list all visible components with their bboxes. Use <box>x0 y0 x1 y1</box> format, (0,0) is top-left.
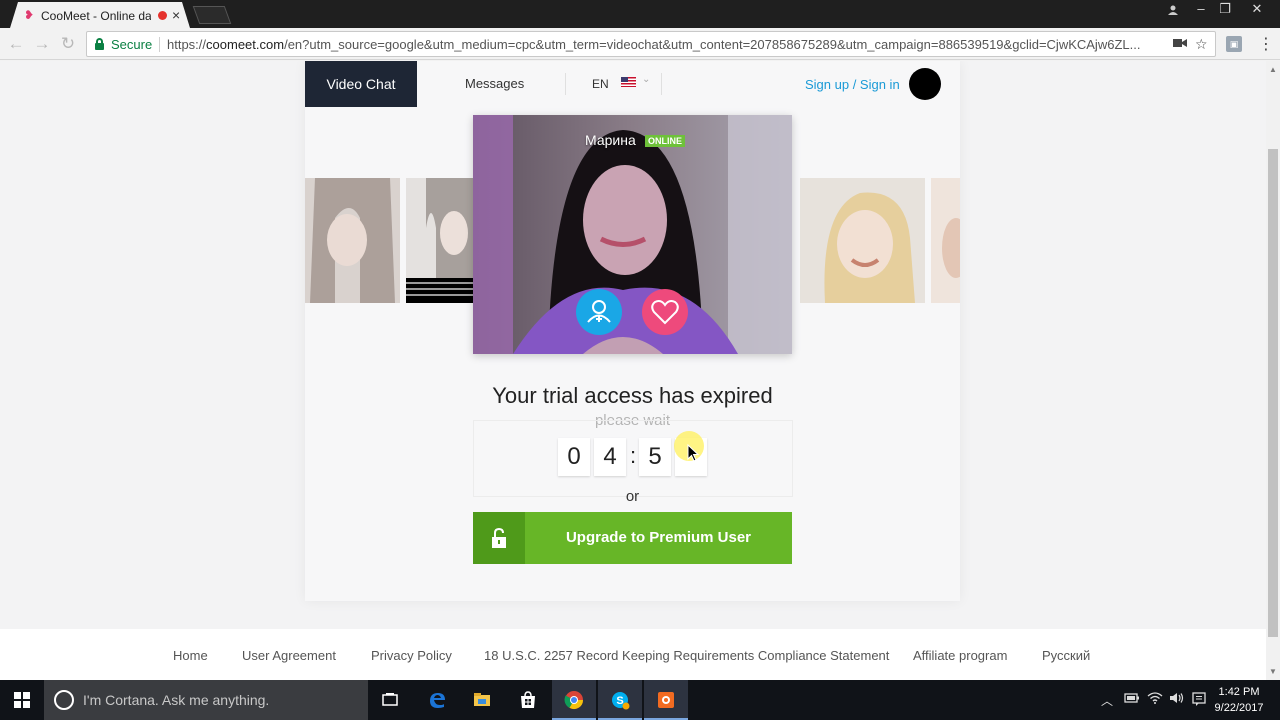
lock-icon <box>473 512 525 564</box>
footer-link-user-agreement[interactable]: User Agreement <box>242 648 336 663</box>
video-stream[interactable]: Марина ONLINE <box>473 115 792 354</box>
store-icon[interactable] <box>506 680 550 720</box>
clock-time: 1:42 PM <box>1218 686 1260 698</box>
site-favicon-icon: ❥ <box>24 8 35 22</box>
windows-start-icon[interactable] <box>14 692 30 708</box>
nav-messages[interactable]: Messages <box>465 76 524 91</box>
profile-thumbnail[interactable] <box>800 178 925 303</box>
volume-icon[interactable] <box>1169 692 1185 707</box>
trial-expired-heading: Your trial access has expired <box>492 383 773 408</box>
site-footer: Home User Agreement Privacy Policy 18 U.… <box>0 629 1266 680</box>
online-status-badge: ONLINE <box>645 135 686 147</box>
recorder-icon[interactable] <box>644 680 688 720</box>
add-contact-button[interactable] <box>576 289 622 335</box>
chevron-up-icon[interactable]: ︿ <box>1101 692 1113 709</box>
clock-date: 9/22/2017 <box>1214 702 1264 714</box>
windows-taskbar: I'm Cortana. Ask me anything. S ︿ 1:42 P… <box>0 680 1280 720</box>
url-text[interactable]: https://coomeet.com/en?utm_source=google… <box>167 37 1162 52</box>
tab-close-icon[interactable]: × <box>172 7 180 23</box>
upgrade-button-label: Upgrade to Premium User <box>565 529 752 546</box>
timer-digit: 5 <box>639 438 671 476</box>
file-explorer-icon[interactable] <box>460 680 504 720</box>
task-view-icon[interactable] <box>368 680 412 720</box>
tab-title: CooMeet - Online dat <box>41 9 151 23</box>
camera-icon[interactable] <box>1173 36 1187 52</box>
nav-divider <box>565 73 566 95</box>
language-selector[interactable]: EN <box>592 77 609 91</box>
new-tab-button[interactable] <box>192 6 232 24</box>
user-name: Марина <box>585 132 636 148</box>
close-window-button[interactable]: ✕ <box>1242 0 1272 20</box>
timer-digit: 4 <box>594 438 626 476</box>
system-clock[interactable]: 1:42 PM 9/22/2017 <box>1210 684 1268 716</box>
nav-divider <box>661 73 662 95</box>
profile-thumbnail[interactable] <box>305 178 400 303</box>
or-divider-text: or <box>625 488 640 505</box>
cortana-placeholder: I'm Cortana. Ask me anything. <box>83 692 270 708</box>
page-viewport: Video Chat Messages EN ⌄ Sign up / Sign … <box>0 61 1266 680</box>
mouse-cursor-icon <box>687 444 699 462</box>
us-flag-icon[interactable] <box>621 77 636 87</box>
browser-tab[interactable]: ❥ CooMeet - Online dat × <box>10 2 190 28</box>
reload-icon[interactable]: ↻ <box>58 34 78 54</box>
browser-titlebar: ❥ CooMeet - Online dat × – ❐ ✕ <box>0 0 1280 28</box>
upgrade-premium-button[interactable]: Upgrade to Premium User <box>473 512 792 564</box>
user-plus-icon <box>587 300 611 323</box>
profile-thumbnail[interactable] <box>406 178 474 303</box>
profile-thumbnail[interactable] <box>931 178 960 303</box>
timer-digit: 0 <box>558 438 590 476</box>
cortana-search-box[interactable]: I'm Cortana. Ask me anything. <box>44 680 368 720</box>
restore-button[interactable]: ❐ <box>1210 0 1240 20</box>
footer-link-privacy-policy[interactable]: Privacy Policy <box>371 648 452 663</box>
forward-icon[interactable]: → <box>32 34 52 54</box>
skype-icon[interactable]: S <box>598 680 642 720</box>
video-chat-card: Video Chat Messages EN ⌄ Sign up / Sign … <box>305 61 960 601</box>
extension-icon[interactable]: ▣ <box>1226 36 1242 52</box>
scroll-down-icon[interactable]: ▼ <box>1269 667 1277 676</box>
footer-link-affiliate[interactable]: Affiliate program <box>913 648 1007 663</box>
video-frame <box>473 115 792 354</box>
sign-in-link[interactable]: Sign up / Sign in <box>805 77 900 92</box>
lock-icon <box>95 38 105 50</box>
page-scrollbar[interactable]: ▲ ▼ <box>1266 61 1280 680</box>
address-bar[interactable]: Secure https://coomeet.com/en?utm_source… <box>86 31 1216 57</box>
heart-icon <box>651 300 679 325</box>
wifi-icon[interactable] <box>1147 692 1163 707</box>
nav-video-chat[interactable]: Video Chat <box>305 61 417 107</box>
secure-label: Secure <box>111 37 153 52</box>
browser-toolbar: ← → ↻ Secure https://coomeet.com/en?utm_… <box>0 28 1280 60</box>
edge-icon[interactable] <box>415 680 459 720</box>
notifications-icon[interactable] <box>1192 692 1206 709</box>
recording-indicator-icon <box>158 11 167 20</box>
timer-separator: : <box>629 443 637 468</box>
scrollbar-thumb[interactable] <box>1268 149 1278 637</box>
avatar[interactable] <box>909 68 941 100</box>
back-icon[interactable]: ← <box>6 34 26 54</box>
cortana-icon <box>54 690 74 710</box>
menu-icon[interactable]: ⋮ <box>1258 34 1274 54</box>
address-separator <box>159 37 160 52</box>
chevron-down-icon[interactable]: ⌄ <box>642 74 650 85</box>
scroll-up-icon[interactable]: ▲ <box>1269 65 1277 74</box>
footer-link-2257-statement[interactable]: 18 U.S.C. 2257 Record Keeping Requiremen… <box>484 648 889 663</box>
star-icon[interactable]: ☆ <box>1195 36 1208 53</box>
svg-text:S: S <box>616 695 623 707</box>
footer-link-language-russian[interactable]: Русский <box>1042 648 1090 663</box>
footer-link-home[interactable]: Home <box>173 648 208 663</box>
like-button[interactable] <box>642 289 688 335</box>
profile-icon[interactable] <box>1158 0 1188 20</box>
battery-icon[interactable] <box>1124 692 1140 707</box>
chrome-icon[interactable] <box>552 680 596 720</box>
